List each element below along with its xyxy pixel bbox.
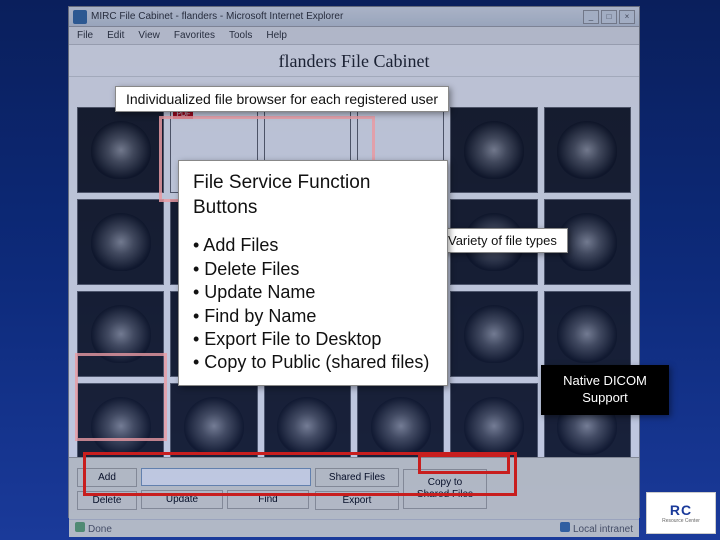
- file-thumb[interactable]: [450, 291, 537, 377]
- update-button[interactable]: Update: [141, 490, 223, 509]
- menu-help[interactable]: Help: [266, 30, 287, 41]
- annot-function-item: • Export File to Desktop: [193, 328, 433, 351]
- bottom-toolbar: Add Delete Update Find Shared Files Expo…: [69, 457, 639, 519]
- window-controls: _ □ ×: [583, 10, 635, 24]
- window-titlebar: MIRC File Cabinet - flanders - Microsoft…: [69, 7, 639, 27]
- file-thumb[interactable]: [264, 383, 351, 457]
- app-icon: [73, 10, 87, 24]
- page-title: flanders File Cabinet: [69, 45, 639, 77]
- menu-edit[interactable]: Edit: [107, 30, 124, 41]
- close-button[interactable]: ×: [619, 10, 635, 24]
- annot-functions-header: File Service Function Buttons: [193, 171, 433, 220]
- file-thumb[interactable]: [77, 199, 164, 285]
- add-button[interactable]: Add: [77, 468, 137, 487]
- annot-file-types: Variety of file types: [437, 228, 568, 253]
- annot-function-item: • Update Name: [193, 281, 433, 304]
- status-bar: Done Local intranet: [69, 519, 639, 537]
- file-thumb[interactable]: [450, 383, 537, 457]
- file-thumb[interactable]: [77, 107, 164, 193]
- status-done: Done: [75, 522, 112, 535]
- file-thumb[interactable]: [170, 383, 257, 457]
- menu-file[interactable]: File: [77, 30, 93, 41]
- delete-button[interactable]: Delete: [77, 491, 137, 510]
- menu-tools[interactable]: Tools: [229, 30, 252, 41]
- file-thumb[interactable]: [357, 383, 444, 457]
- annot-function-item: • Copy to Public (shared files): [193, 351, 433, 374]
- filename-input[interactable]: [141, 468, 311, 486]
- maximize-button[interactable]: □: [601, 10, 617, 24]
- annot-functions-list: • Add Files• Delete Files• Update Name• …: [193, 234, 433, 374]
- export-button[interactable]: Export: [315, 491, 399, 510]
- annot-function-item: • Delete Files: [193, 258, 433, 281]
- shared-files-button[interactable]: Shared Files: [315, 468, 399, 487]
- zone-icon: [560, 522, 570, 532]
- status-zone: Local intranet: [560, 522, 633, 535]
- annot-function-item: • Find by Name: [193, 305, 433, 328]
- menu-favorites[interactable]: Favorites: [174, 30, 215, 41]
- window-title: MIRC File Cabinet - flanders - Microsoft…: [91, 11, 583, 22]
- mirc-logo: RC Resource Center: [646, 492, 716, 534]
- annot-individualized: Individualized file browser for each reg…: [115, 86, 449, 112]
- find-button[interactable]: Find: [227, 490, 309, 509]
- file-thumb[interactable]: [544, 107, 631, 193]
- menu-view[interactable]: View: [138, 30, 160, 41]
- annot-dicom: Native DICOM Support: [541, 365, 669, 415]
- minimize-button[interactable]: _: [583, 10, 599, 24]
- file-thumb[interactable]: [77, 291, 164, 377]
- annot-function-item: • Add Files: [193, 234, 433, 257]
- done-icon: [75, 522, 85, 532]
- file-thumb[interactable]: [450, 107, 537, 193]
- annot-functions: File Service Function Buttons • Add File…: [178, 160, 448, 386]
- file-thumb[interactable]: [77, 383, 164, 457]
- menu-bar: File Edit View Favorites Tools Help: [69, 27, 639, 45]
- copy-to-shared-button[interactable]: Copy to Shared Files: [403, 469, 487, 509]
